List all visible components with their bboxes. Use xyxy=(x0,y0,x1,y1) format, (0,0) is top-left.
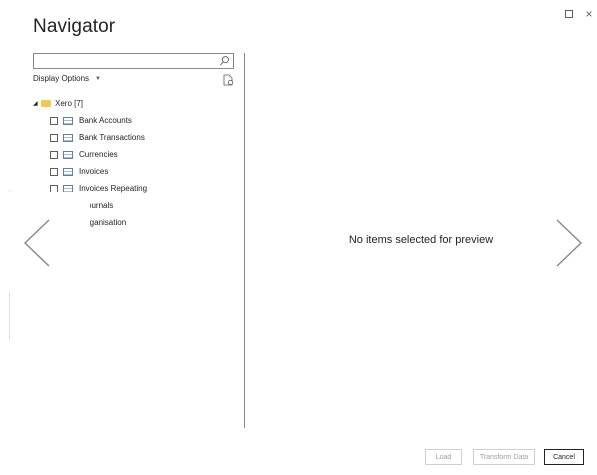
tree-item-label: Currencies xyxy=(79,150,118,159)
tree-item-label: ournals xyxy=(87,201,114,210)
load-button[interactable]: Load xyxy=(425,449,462,465)
tree-item-bank-accounts[interactable]: Bank Accounts xyxy=(33,112,147,129)
close-button[interactable]: × xyxy=(581,7,597,21)
window-controls: × xyxy=(561,7,597,21)
preview-empty-message: No items selected for preview xyxy=(348,234,494,246)
tree-item-label: Bank Transactions xyxy=(79,133,145,142)
search-icon[interactable] xyxy=(219,55,230,67)
tree-item-bank-transactions[interactable]: Bank Transactions xyxy=(33,129,147,146)
tree-item-label: Bank Accounts xyxy=(79,116,132,125)
tree-item-currencies[interactable]: Currencies xyxy=(33,146,147,163)
table-icon xyxy=(63,133,73,142)
checkbox[interactable] xyxy=(50,167,58,176)
checkbox[interactable] xyxy=(50,150,58,159)
tree-root-label: Xero [7] xyxy=(55,99,84,108)
page-title: Navigator xyxy=(33,16,116,37)
folder-icon xyxy=(41,100,51,107)
expand-icon[interactable]: ◢ xyxy=(33,100,41,107)
close-icon: × xyxy=(585,7,593,21)
tree-root-xero[interactable]: ◢ Xero [7] xyxy=(33,95,147,112)
transform-data-button[interactable]: Transform Data xyxy=(473,449,535,465)
refresh-icon[interactable] xyxy=(222,74,234,86)
maximize-icon xyxy=(565,10,573,18)
display-options-label: Display Options xyxy=(33,74,90,83)
table-icon xyxy=(63,167,73,176)
display-options-dropdown[interactable]: Display Options ▼ xyxy=(33,74,101,83)
cancel-button[interactable]: Cancel xyxy=(544,449,584,465)
tree-item-invoices[interactable]: Invoices xyxy=(33,163,147,180)
chevron-left-icon[interactable] xyxy=(23,218,53,268)
tree-item-label: Invoices xyxy=(79,167,109,176)
chevron-down-icon: ▼ xyxy=(95,75,101,82)
table-icon xyxy=(63,116,73,125)
tree-item-label: rganisation xyxy=(87,218,127,227)
checkbox[interactable] xyxy=(50,116,58,125)
chevron-right-icon[interactable] xyxy=(553,218,583,268)
checkbox[interactable] xyxy=(50,133,58,142)
search-input[interactable] xyxy=(33,53,234,69)
maximize-button[interactable] xyxy=(561,7,577,21)
table-icon xyxy=(63,150,73,159)
